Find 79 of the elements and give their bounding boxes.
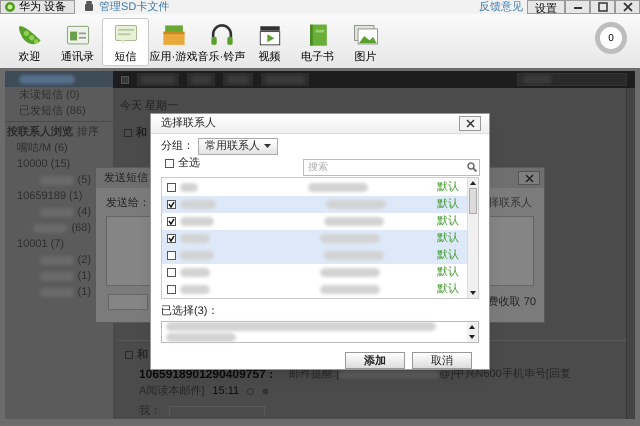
checkbox[interactable]: [167, 216, 176, 226]
contact-row[interactable]: 默认: [162, 230, 467, 246]
nav-tab[interactable]: 应用·游戏: [150, 18, 197, 66]
close-button[interactable]: [615, 0, 640, 14]
cancel-button[interactable]: 取消: [412, 352, 472, 369]
device-tab[interactable]: 华为 设备: [0, 0, 75, 14]
blurred-text: [166, 333, 236, 342]
phone-number: 1065918901290409757 :: [139, 366, 274, 383]
nav-tab[interactable]: 短信: [102, 18, 149, 66]
blurred-text: [326, 200, 386, 208]
search-field[interactable]: 搜索: [303, 158, 480, 176]
checkbox[interactable]: [121, 76, 129, 84]
blurred-text: [180, 284, 210, 294]
blurred-text: [320, 268, 380, 276]
maximize-button[interactable]: [590, 0, 615, 14]
message-time: 15:11: [212, 384, 240, 399]
close-button[interactable]: [459, 116, 481, 131]
minimize-icon: [574, 7, 582, 9]
blurred-text: [324, 250, 384, 260]
blurred-text: [180, 268, 210, 276]
checkbox[interactable]: [125, 350, 133, 359]
selected-contacts-field[interactable]: [161, 321, 479, 343]
checkbox[interactable]: [167, 182, 176, 192]
checkbox[interactable]: [167, 268, 176, 276]
blurred-text: [320, 284, 380, 294]
blurred-text: [308, 182, 368, 192]
group-label: 分组：: [161, 138, 194, 154]
select-all-checkbox[interactable]: 全选: [165, 154, 200, 172]
scrollbar[interactable]: [626, 88, 635, 419]
blurred-text: [180, 182, 198, 192]
dialog-title: 选择联系人: [161, 116, 216, 131]
nav-tab[interactable]: 通讯录: [54, 18, 101, 66]
blurred-text: [180, 250, 214, 260]
checkbox[interactable]: [124, 128, 132, 137]
settings-button[interactable]: 设置: [527, 0, 565, 14]
close-icon: [466, 118, 474, 128]
feedback-link[interactable]: 反馈意见: [479, 0, 523, 16]
checkbox[interactable]: [167, 284, 176, 294]
checkbox[interactable]: [167, 200, 176, 208]
default-tag: 默认: [437, 280, 459, 298]
blurred-text: [180, 200, 216, 208]
close-icon: [622, 2, 632, 12]
maximize-icon: [598, 2, 608, 12]
group-dropdown[interactable]: 常用联系人: [198, 138, 278, 154]
circle-icon: [262, 388, 270, 395]
minimize-button[interactable]: [565, 0, 590, 14]
default-tag: 默认: [437, 264, 459, 280]
blurred-text: [180, 216, 214, 226]
nav-tab[interactable]: 图片: [342, 18, 389, 66]
default-tag: 默认: [437, 246, 459, 264]
checkbox[interactable]: [167, 234, 176, 242]
close-icon: [524, 174, 534, 182]
nav-tab[interactable]: 欢迎: [6, 18, 53, 66]
dialog-title: 发送短信: [104, 170, 148, 186]
checkbox[interactable]: [167, 250, 176, 260]
add-button[interactable]: 添加: [345, 352, 405, 369]
contact-row[interactable]: 默认: [162, 246, 467, 264]
default-tag: 默认: [437, 196, 459, 212]
nav-tab[interactable]: 电子书: [294, 18, 341, 66]
caret-icon: [264, 144, 271, 148]
default-tag: 默认: [437, 230, 459, 246]
contact-row[interactable]: 默认: [162, 196, 467, 212]
blurred-text: [19, 74, 75, 84]
search-field[interactable]: [517, 73, 627, 86]
to-label: 发送给：: [106, 196, 150, 211]
circle-icon: [247, 388, 254, 395]
scroll-thumb[interactable]: [469, 188, 477, 214]
checkbox[interactable]: [165, 158, 174, 168]
nav-tab[interactable]: 视频: [246, 18, 293, 66]
nav-tab[interactable]: 音乐·铃声: [198, 18, 245, 66]
blurred-text: [180, 234, 210, 242]
search-icon: [467, 162, 477, 172]
blurred-text: [324, 216, 384, 226]
selected-count-label: 已选择(3)：: [160, 304, 220, 318]
default-tag: 默认: [437, 212, 459, 230]
task-count-badge: 0: [595, 22, 627, 54]
blurred-text: [320, 234, 380, 242]
sd-card-link[interactable]: 管理SD卡文件: [99, 0, 170, 16]
default-tag: 默认: [437, 178, 459, 196]
